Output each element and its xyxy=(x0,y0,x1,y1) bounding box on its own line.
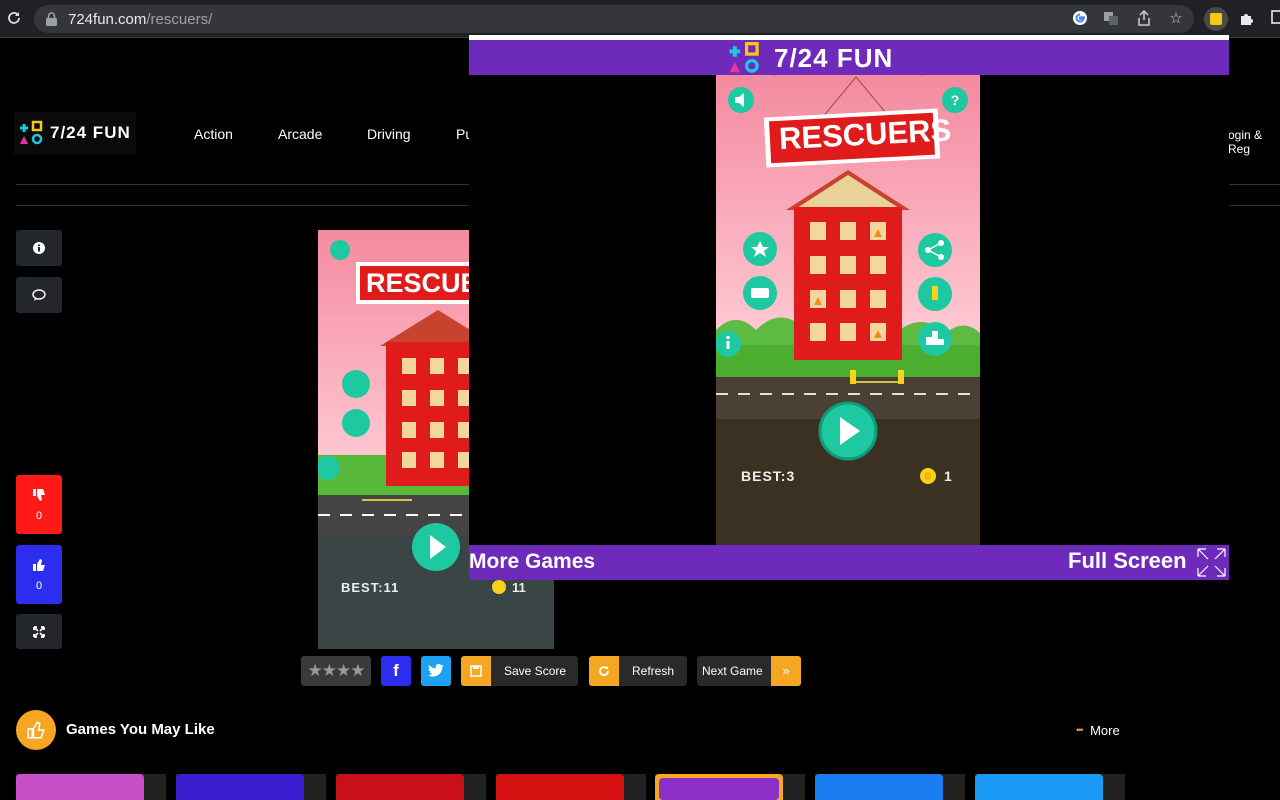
divider xyxy=(16,205,469,206)
thumbs-down-icon xyxy=(33,488,45,501)
overlay-title: 7/24 FUN xyxy=(774,43,894,73)
dislike-count: 0 xyxy=(35,509,43,522)
logo-mark-icon xyxy=(729,41,759,73)
game-thumbnail[interactable] xyxy=(815,774,965,800)
url-host: 724fun.com xyxy=(68,11,147,28)
lock-icon[interactable] xyxy=(46,12,57,26)
save-icon xyxy=(461,656,491,686)
svg-text:?: ? xyxy=(951,92,960,108)
nav-arcade[interactable]: Arcade xyxy=(278,126,322,142)
share-icon[interactable] xyxy=(918,233,952,267)
game-thumbnail[interactable] xyxy=(496,774,646,800)
refresh-label: Refresh xyxy=(632,664,675,678)
fullscreen-icon xyxy=(33,625,45,638)
overlay-header: 7/24 FUN xyxy=(469,40,1229,75)
comment-button[interactable] xyxy=(16,277,62,313)
comment-icon xyxy=(32,289,46,301)
game-thumbnail[interactable] xyxy=(655,774,805,800)
like-button[interactable]: 0 xyxy=(16,545,62,604)
game-canvas[interactable]: ? RESCUERS BEST:3 1 xyxy=(716,75,980,545)
divider xyxy=(1229,205,1280,206)
game-thumbnail[interactable] xyxy=(176,774,326,800)
coin-icon xyxy=(920,468,936,484)
puzzle-icon[interactable] xyxy=(1238,10,1256,28)
more-games-button[interactable]: More Games xyxy=(469,550,595,574)
star-button-icon[interactable] xyxy=(743,232,777,266)
google-icon[interactable] xyxy=(1071,10,1089,28)
more-dots-icon: ••• xyxy=(1076,725,1084,735)
help-icon[interactable]: ? xyxy=(942,87,968,113)
nav-action[interactable]: Action xyxy=(194,126,233,142)
section-title: Games You May Like xyxy=(66,721,215,738)
best-score: BEST:3 xyxy=(741,468,796,484)
thumbs-up-circle-icon xyxy=(16,710,56,750)
next-game-button[interactable]: Next Game » xyxy=(697,656,801,686)
more-games-link[interactable]: ••• More xyxy=(1076,723,1120,738)
next-arrow-icon: » xyxy=(771,656,801,686)
browser-toolbar: 724fun.com/rescuers/ ☆ xyxy=(0,0,1280,38)
no-ads-icon[interactable] xyxy=(743,276,777,310)
facebook-button[interactable]: f xyxy=(381,656,411,686)
rating-stars[interactable]: ★★★★ xyxy=(301,656,371,686)
translate-icon[interactable] xyxy=(1102,10,1120,28)
site-logo[interactable]: 7/24 FUN xyxy=(14,112,136,154)
next-game-label: Next Game xyxy=(702,664,763,678)
twitter-icon xyxy=(428,663,444,677)
like-count: 0 xyxy=(35,579,43,592)
refresh-button[interactable]: Refresh xyxy=(589,656,687,686)
info-button[interactable] xyxy=(16,230,62,266)
divider xyxy=(16,184,469,185)
full-screen-button[interactable]: Full Screen xyxy=(1068,548,1187,574)
twitter-button[interactable] xyxy=(421,656,451,686)
sound-icon[interactable] xyxy=(728,87,754,113)
share-icon[interactable] xyxy=(1135,9,1153,28)
more-label: More xyxy=(1090,723,1120,738)
leaderboard-icon[interactable] xyxy=(918,322,952,356)
star-icon[interactable]: ☆ xyxy=(1167,10,1185,28)
game-title-embedded: RESCUE xyxy=(366,268,479,298)
refresh-icon xyxy=(589,656,619,686)
fullscreen-button[interactable] xyxy=(16,614,62,649)
nav-driving[interactable]: Driving xyxy=(367,126,411,142)
facebook-icon: f xyxy=(393,661,399,680)
divider xyxy=(1229,184,1280,185)
overlay-footer: More Games Full Screen xyxy=(469,545,1229,580)
play-icon[interactable] xyxy=(818,401,878,461)
coin-count-embedded: 11 xyxy=(512,580,526,595)
address-bar[interactable]: 724fun.com/rescuers/ xyxy=(34,5,1194,33)
character-icon[interactable] xyxy=(918,277,952,311)
login-register-link[interactable]: ogin & Reg xyxy=(1228,128,1280,156)
info-icon xyxy=(33,242,45,254)
coin-count: 1 xyxy=(944,468,952,484)
game-thumbnail[interactable] xyxy=(975,774,1125,800)
sidepanel-icon[interactable] xyxy=(1268,10,1280,28)
save-score-button[interactable]: Save Score xyxy=(461,656,578,686)
thumbs-up-icon xyxy=(33,558,45,571)
logo-mark-icon xyxy=(20,120,43,145)
info-icon[interactable] xyxy=(716,331,741,357)
extension-icon[interactable] xyxy=(1204,7,1228,31)
game-thumbnail[interactable] xyxy=(16,774,166,800)
best-score-embedded: BEST:11 xyxy=(341,580,400,595)
save-score-label: Save Score xyxy=(504,664,567,678)
dislike-button[interactable]: 0 xyxy=(16,475,62,534)
reload-icon[interactable] xyxy=(6,10,22,26)
game-thumbnail[interactable] xyxy=(336,774,486,800)
url-path: /rescuers/ xyxy=(146,11,213,28)
url-text[interactable]: 724fun.com/rescuers/ xyxy=(68,11,212,28)
logo-text: 7/24 FUN xyxy=(50,123,131,142)
fullscreen-icon[interactable] xyxy=(1195,546,1228,579)
